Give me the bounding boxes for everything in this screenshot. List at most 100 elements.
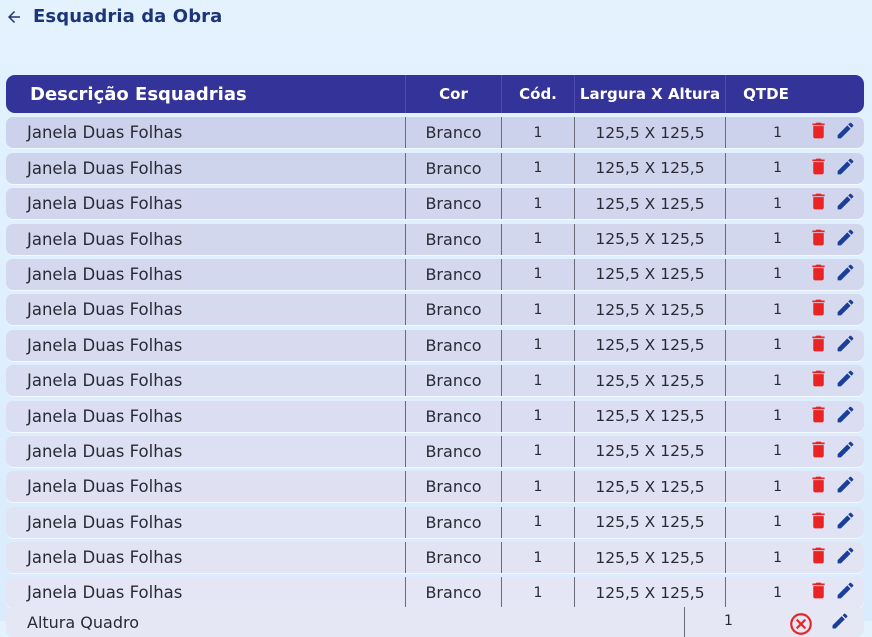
table-row[interactable]: Janela Duas Folhas Branco 1 125,5 X 125,5 1 bbox=[6, 506, 864, 538]
row-qtde: 1 bbox=[773, 195, 782, 212]
row-largura-altura: 125,5 X 125,5 bbox=[575, 365, 726, 397]
row-cod: 1 bbox=[502, 294, 575, 326]
row-qtde: 1 bbox=[773, 584, 782, 601]
row-descricao: Janela Duas Folhas bbox=[6, 188, 406, 220]
edit-button[interactable] bbox=[835, 262, 856, 287]
row-descricao: Janela Duas Folhas bbox=[6, 577, 406, 609]
delete-button[interactable] bbox=[808, 333, 829, 358]
table-row[interactable]: Janela Duas Folhas Branco 1 125,5 X 125,5 1 bbox=[6, 294, 864, 326]
row-cod: 1 bbox=[502, 400, 575, 432]
edit-button[interactable] bbox=[835, 545, 856, 570]
edit-icon bbox=[837, 406, 854, 422]
table-row[interactable]: Janela Duas Folhas Branco 1 125,5 X 125,5 1 bbox=[6, 152, 864, 184]
edit-button[interactable] bbox=[835, 297, 856, 322]
delete-icon bbox=[812, 335, 825, 352]
delete-button[interactable] bbox=[808, 368, 829, 393]
row-largura-altura: 125,5 X 125,5 bbox=[575, 471, 726, 503]
row-largura-altura: 125,5 X 125,5 bbox=[575, 435, 726, 467]
edit-button[interactable] bbox=[835, 510, 856, 535]
delete-button[interactable] bbox=[808, 580, 829, 605]
delete-button[interactable] bbox=[808, 156, 829, 181]
delete-button[interactable] bbox=[808, 227, 829, 252]
table-row[interactable]: Janela Duas Folhas Branco 1 125,5 X 125,5 1 bbox=[6, 471, 864, 503]
edit-icon bbox=[837, 370, 854, 387]
delete-icon bbox=[812, 370, 825, 387]
edit-button[interactable] bbox=[835, 439, 856, 464]
arrow-left-icon bbox=[8, 11, 20, 23]
table-row-partial: Altura Quadro 1 bbox=[6, 607, 864, 637]
table-row[interactable]: Janela Duas Folhas Branco 1 125,5 X 125,5 1 bbox=[6, 117, 864, 149]
delete-icon bbox=[812, 229, 825, 245]
edit-button[interactable] bbox=[835, 120, 856, 145]
row-actions bbox=[806, 259, 864, 290]
row-actions bbox=[806, 436, 864, 467]
table-row[interactable]: Janela Duas Folhas Branco 1 125,5 X 125,5 1 bbox=[6, 365, 864, 397]
row-actions bbox=[806, 471, 864, 502]
edit-icon bbox=[837, 335, 854, 352]
delete-icon bbox=[812, 476, 825, 493]
edit-icon bbox=[837, 264, 854, 281]
edit-icon bbox=[837, 158, 854, 175]
row-qtde: 1 bbox=[773, 231, 782, 248]
column-header-cor: Cor bbox=[406, 75, 502, 113]
table-row[interactable]: Janela Duas Folhas Branco 1 125,5 X 125,5 1 bbox=[6, 542, 864, 574]
delete-button[interactable] bbox=[808, 120, 829, 145]
row-cod: 1 bbox=[502, 542, 575, 574]
table-row[interactable]: Janela Duas Folhas Branco 1 125,5 X 125,5 1 bbox=[6, 435, 864, 467]
delete-button[interactable] bbox=[808, 404, 829, 429]
table-row[interactable]: Janela Duas Folhas Branco 1 125,5 X 125,5 1 bbox=[6, 223, 864, 255]
edit-icon bbox=[837, 547, 854, 564]
edit-button[interactable] bbox=[835, 191, 856, 216]
row-cor: Branco bbox=[406, 542, 502, 574]
delete-button[interactable] bbox=[808, 297, 829, 322]
delete-button[interactable] bbox=[808, 262, 829, 287]
delete-icon bbox=[812, 299, 825, 316]
row-descricao: Janela Duas Folhas bbox=[6, 506, 406, 538]
row-actions bbox=[806, 294, 864, 325]
row-cor: Branco bbox=[406, 471, 502, 503]
top-bar: Esquadria da Obra bbox=[0, 0, 872, 40]
row-largura-altura: 125,5 X 125,5 bbox=[575, 117, 726, 149]
table-row[interactable]: Janela Duas Folhas Branco 1 125,5 X 125,5 1 bbox=[6, 258, 864, 290]
edit-button[interactable] bbox=[835, 227, 856, 252]
table-row[interactable]: Janela Duas Folhas Branco 1 125,5 X 125,5 1 bbox=[6, 577, 864, 609]
row-cod: 1 bbox=[502, 435, 575, 467]
edit-button[interactable] bbox=[835, 474, 856, 499]
delete-button[interactable] bbox=[808, 474, 829, 499]
delete-icon bbox=[812, 512, 825, 529]
table-row[interactable]: Janela Duas Folhas Branco 1 125,5 X 125,5 1 bbox=[6, 329, 864, 361]
row-cor: Branco bbox=[406, 329, 502, 361]
row-qtde: 1 bbox=[773, 478, 782, 495]
row-cod: 1 bbox=[502, 365, 575, 397]
delete-button[interactable] bbox=[808, 439, 829, 464]
column-header-qtde: QTDE bbox=[743, 85, 789, 103]
delete-button[interactable] bbox=[808, 191, 829, 216]
delete-button[interactable] bbox=[808, 545, 829, 570]
table-row[interactable]: Janela Duas Folhas Branco 1 125,5 X 125,5 1 bbox=[6, 188, 864, 220]
table-row[interactable]: Janela Duas Folhas Branco 1 125,5 X 125,5 1 bbox=[6, 400, 864, 432]
row-qtde: 1 bbox=[724, 613, 733, 629]
edit-button[interactable] bbox=[835, 368, 856, 393]
edit-icon[interactable] bbox=[830, 611, 850, 631]
row-largura-altura: 125,5 X 125,5 bbox=[575, 258, 726, 290]
back-button[interactable] bbox=[5, 8, 23, 26]
edit-button[interactable] bbox=[835, 156, 856, 181]
row-largura-altura: 125,5 X 125,5 bbox=[575, 329, 726, 361]
row-qtde: 1 bbox=[773, 301, 782, 318]
edit-button[interactable] bbox=[835, 404, 856, 429]
row-largura-altura: 125,5 X 125,5 bbox=[575, 223, 726, 255]
delete-icon bbox=[812, 264, 825, 281]
delete-icon bbox=[812, 583, 825, 599]
row-descricao: Janela Duas Folhas bbox=[6, 365, 406, 397]
column-header-actions bbox=[806, 75, 864, 113]
column-header-cod: Cód. bbox=[502, 75, 575, 113]
row-descricao: Janela Duas Folhas bbox=[6, 223, 406, 255]
edit-button[interactable] bbox=[835, 333, 856, 358]
row-qtde: 1 bbox=[773, 124, 782, 141]
delete-icon[interactable] bbox=[788, 611, 814, 637]
edit-icon bbox=[837, 193, 854, 210]
delete-button[interactable] bbox=[808, 510, 829, 535]
delete-icon bbox=[812, 441, 825, 458]
edit-icon bbox=[837, 299, 854, 316]
edit-button[interactable] bbox=[835, 580, 856, 605]
